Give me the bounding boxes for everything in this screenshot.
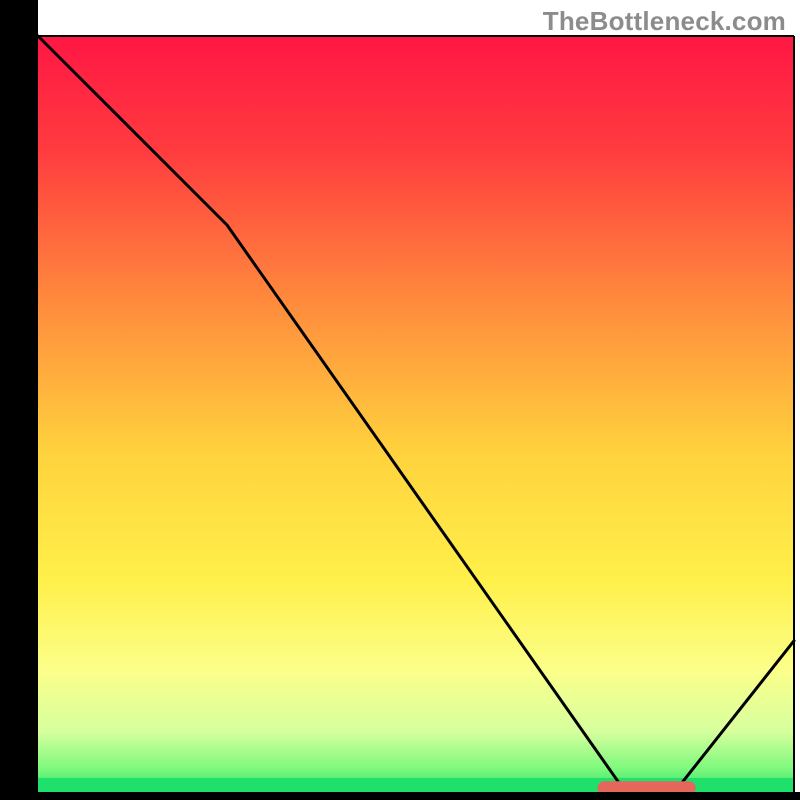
y-axis [0, 0, 38, 800]
chart-container: TheBottleneck.com [0, 0, 800, 800]
x-axis [0, 792, 800, 800]
bottleneck-chart [0, 0, 800, 800]
